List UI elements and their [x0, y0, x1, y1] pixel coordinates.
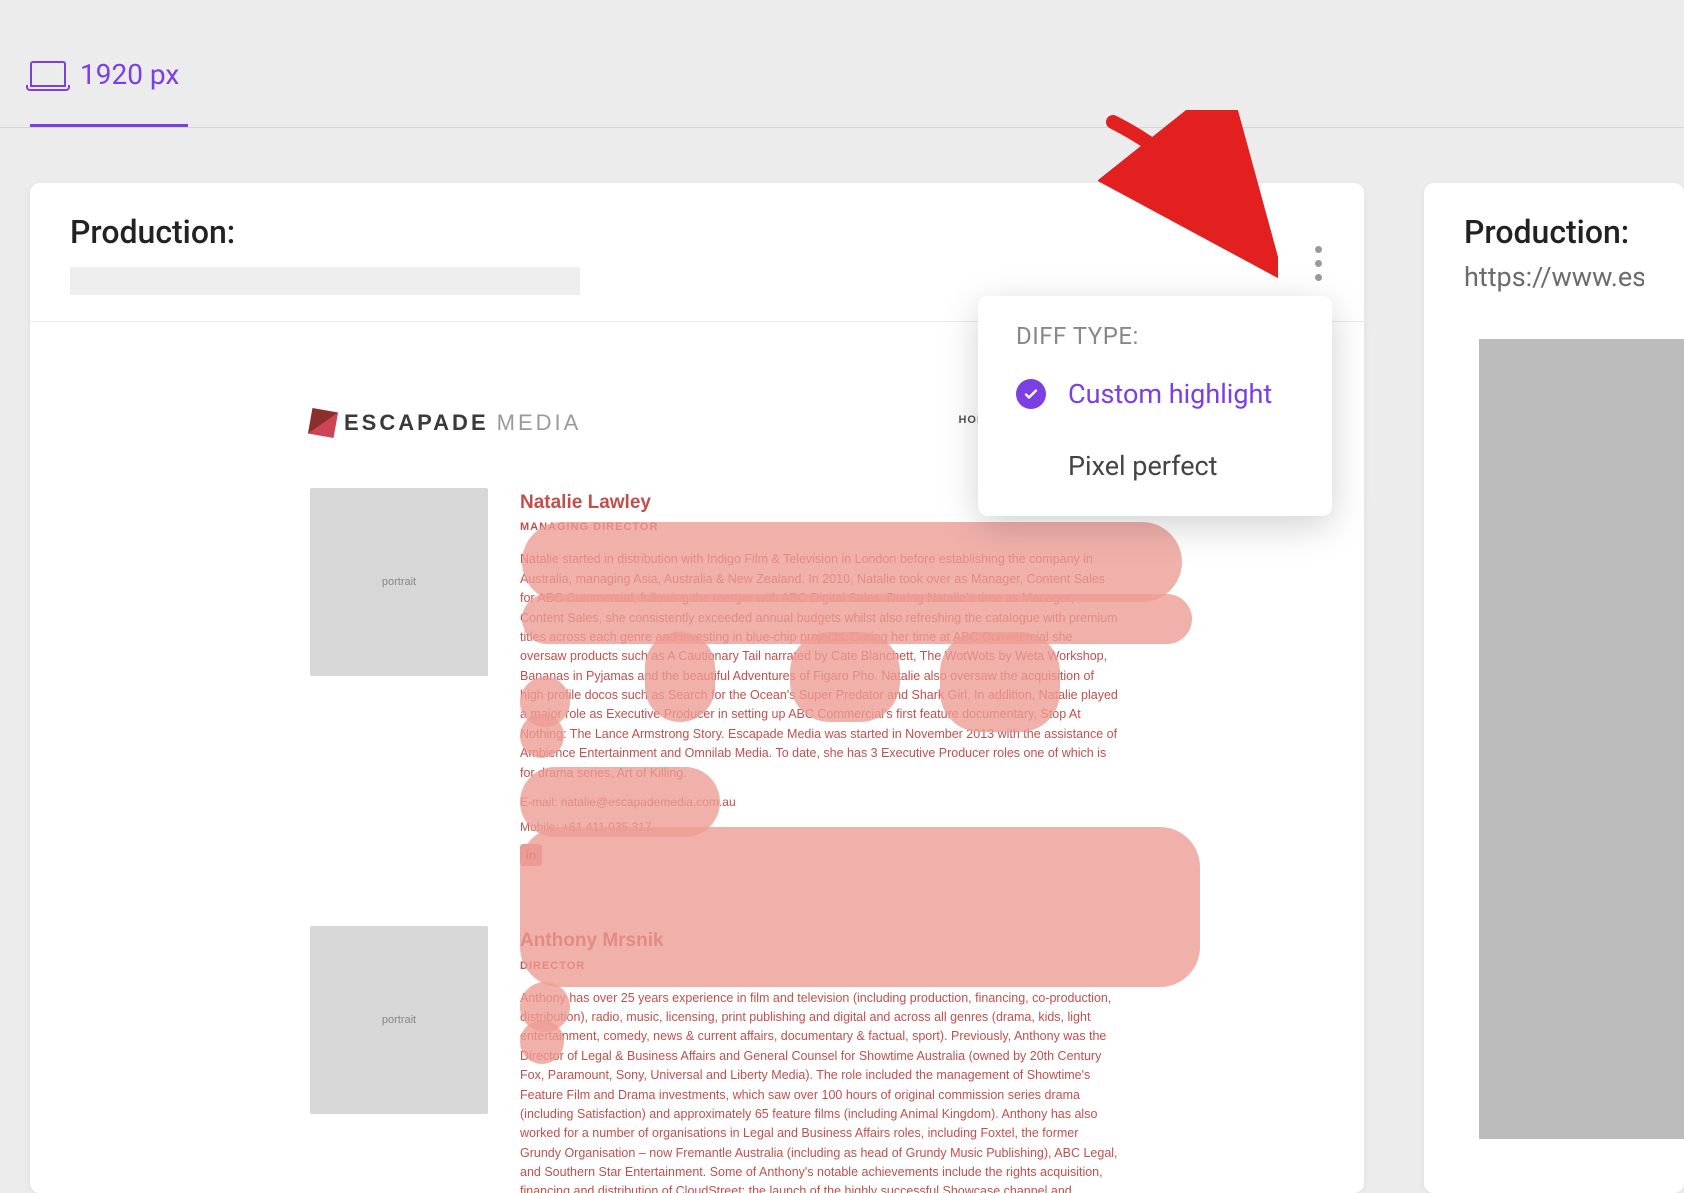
person-email: E-mail: natalie@escapademedia.com.au — [520, 793, 1120, 812]
bio-natalie: Natalie Lawley MANAGING DIRECTOR Natalie… — [520, 488, 1120, 866]
person-mobile: Mobile: +61 411 035 317 — [520, 818, 1120, 837]
person-title: DIRECTOR — [520, 958, 1120, 975]
card-right: Production: https://www.escapa — [1424, 183, 1684, 1193]
cards-row: Production: ESCAPADEMEDIA HOME ABOUT TIT… — [0, 128, 1684, 1193]
person-block: portrait Natalie Lawley MANAGING DIRECTO… — [90, 488, 1304, 926]
laptop-icon — [30, 61, 66, 87]
card-header-right: Production: https://www.escapa — [1424, 183, 1684, 319]
dropdown-title: DIFF TYPE: — [978, 322, 1332, 358]
url-right: https://www.escapa — [1464, 261, 1644, 293]
person-block: portrait Anthony Mrsnik DIRECTOR Anthony… — [90, 926, 1304, 1193]
screenshot-placeholder — [1479, 339, 1684, 1139]
brand-logo-icon — [308, 408, 338, 438]
brand-light: MEDIA — [497, 410, 582, 436]
site-brand: ESCAPADE MEDIA — [310, 410, 581, 436]
screenshot-preview-right — [1424, 319, 1684, 1193]
person-bio-text: Anthony has over 25 years experience in … — [520, 989, 1120, 1193]
breakpoint-bar: 1920 px — [0, 0, 1684, 128]
portrait-natalie: portrait — [310, 488, 488, 676]
person-title: MANAGING DIRECTOR — [520, 519, 1120, 536]
linkedin-icon: in — [520, 844, 542, 866]
diff-type-dropdown: DIFF TYPE: Custom highlight Pixel perfec… — [978, 296, 1332, 516]
person-bio-text: Natalie started in distribution with Ind… — [520, 550, 1120, 783]
env-label-left: Production: — [70, 213, 1324, 251]
breakpoint-tab-1920[interactable]: 1920 px — [30, 58, 179, 127]
dropdown-item-pixel-perfect[interactable]: Pixel perfect — [978, 430, 1332, 502]
breakpoint-label: 1920 px — [80, 58, 179, 91]
portrait-anthony: portrait — [310, 926, 488, 1114]
env-label-right: Production: — [1464, 213, 1644, 251]
bio-anthony: Anthony Mrsnik DIRECTOR Anthony has over… — [520, 926, 1120, 1193]
url-redacted — [70, 267, 580, 295]
card-menu-button[interactable] — [1304, 239, 1332, 287]
brand-strong: ESCAPADE — [344, 410, 489, 436]
person-name: Anthony Mrsnik — [520, 926, 1120, 955]
dropdown-item-label: Custom highlight — [1068, 378, 1272, 410]
dropdown-item-label: Pixel perfect — [1068, 450, 1218, 482]
dropdown-item-custom-highlight[interactable]: Custom highlight — [978, 358, 1332, 430]
check-icon — [1016, 379, 1046, 409]
